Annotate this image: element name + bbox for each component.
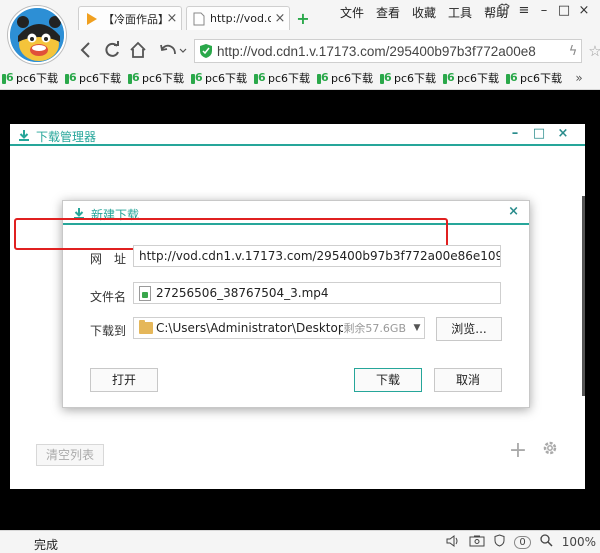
plus-icon[interactable]: +: [508, 438, 528, 463]
pc6-icon: [191, 71, 203, 85]
maximize-button[interactable]: □: [554, 3, 574, 19]
close-icon[interactable]: ×: [163, 11, 181, 26]
menu-tools[interactable]: 工具: [448, 4, 472, 22]
back-button[interactable]: [76, 40, 96, 60]
close-icon[interactable]: ×: [271, 11, 289, 26]
saveto-value: C:\Users\Administrator\Desktop: [156, 321, 344, 335]
filename-value: 27256506_38767504_3.mp4: [156, 286, 329, 300]
play-icon: [87, 12, 97, 25]
pc6-icon: [317, 71, 329, 85]
bookmarks-more-button[interactable]: »: [569, 71, 589, 85]
pc6-icon: [380, 71, 392, 85]
refresh-icon: [105, 41, 119, 57]
address-input[interactable]: http://vod.cdn1.v.17173.com/295400b97b3f…: [217, 44, 565, 59]
skin-icon[interactable]: [494, 3, 514, 19]
download-count-badge[interactable]: 0: [514, 535, 531, 549]
bookmark-item[interactable]: pc6下载: [191, 70, 254, 86]
open-button[interactable]: 打开: [90, 368, 158, 392]
scrollbar[interactable]: [582, 196, 585, 396]
window-controls: ≡ – □ ×: [494, 3, 594, 19]
address-bar[interactable]: http://vod.cdn1.v.17173.com/295400b97b3f…: [194, 39, 582, 63]
bookmark-item[interactable]: pc6下载: [443, 70, 506, 86]
refresh-button[interactable]: [102, 40, 122, 60]
url-value: http://vod.cdn1.v.17173.com/295400b97b3f…: [139, 249, 501, 263]
browser-chrome: 【冷面作品】 × http://vod.c × + 文件 查看 收藏 工具 帮助…: [0, 0, 600, 90]
download-manager-controls: – □ ×: [503, 126, 575, 141]
lightning-icon[interactable]: ϟ: [565, 44, 581, 59]
download-manager-title: 下载管理器: [36, 130, 97, 144]
home-button[interactable]: [128, 40, 148, 60]
download-button[interactable]: 下载: [354, 368, 422, 392]
shield-icon: [200, 44, 212, 58]
star-icon[interactable]: ☆: [584, 42, 600, 60]
cancel-button[interactable]: 取消: [434, 368, 502, 392]
bookmark-item[interactable]: pc6下载: [254, 70, 317, 86]
gear-icon[interactable]: [540, 438, 560, 462]
browser-logo[interactable]: [8, 6, 66, 64]
url-label: 网 址: [90, 252, 127, 266]
folder-icon: [139, 320, 153, 334]
status-tools: 0 100%: [437, 534, 596, 550]
saveto-label: 下载到: [90, 324, 127, 338]
file-icon: [139, 285, 151, 301]
bookmarks-bar: pc6下载 pc6下载 pc6下载 pc6下载 pc6下载 pc6下载 pc6下…: [0, 68, 600, 88]
close-window-button[interactable]: ×: [574, 3, 594, 19]
bookmark-item[interactable]: pc6下载: [65, 70, 128, 86]
menu-view[interactable]: 查看: [376, 4, 400, 22]
filename-input[interactable]: 27256506_38767504_3.mp4: [133, 282, 501, 304]
zoom-icon[interactable]: [540, 534, 553, 550]
pc6-icon: [65, 71, 77, 85]
pc6-icon: [443, 71, 455, 85]
screenshot-icon[interactable]: [469, 535, 485, 550]
zoom-level[interactable]: 100%: [562, 535, 596, 549]
browse-button[interactable]: 浏览...: [436, 317, 502, 341]
maximize-button[interactable]: □: [527, 126, 551, 141]
volume-icon[interactable]: [446, 534, 460, 550]
bookmark-item[interactable]: pc6下载: [317, 70, 380, 86]
shield-status-icon[interactable]: [494, 534, 505, 550]
url-input[interactable]: http://vod.cdn1.v.17173.com/295400b97b3f…: [133, 245, 501, 267]
pc6-icon: [2, 71, 14, 85]
download-manager-titlebar[interactable]: 下载管理器 – □ ×: [10, 124, 585, 146]
pc6-icon: [128, 71, 140, 85]
navigation-bar: http://vod.cdn1.v.17173.com/295400b97b3f…: [72, 38, 600, 64]
saveto-select[interactable]: C:\Users\Administrator\Desktop 剩余57.6GB …: [133, 317, 425, 339]
status-text: 完成: [34, 538, 59, 552]
page-content: 下载管理器 – □ × 清空列表 + 新建下载 × 网 址 http://vod…: [0, 90, 600, 530]
free-space: 剩余57.6GB: [343, 322, 406, 335]
tab-label: 【冷面作品】: [103, 12, 163, 26]
pc6-icon: [506, 71, 518, 85]
bookmark-item[interactable]: pc6下载: [128, 70, 191, 86]
menu-lines-icon[interactable]: ≡: [514, 3, 534, 19]
clear-list-button[interactable]: 清空列表: [36, 444, 104, 466]
caret-down-icon[interactable]: ▼: [410, 323, 424, 333]
close-button[interactable]: ×: [551, 126, 575, 141]
menu-favorites[interactable]: 收藏: [412, 4, 436, 22]
close-button[interactable]: ×: [508, 204, 519, 219]
download-icon: [19, 130, 29, 141]
tab-2[interactable]: http://vod.c ×: [186, 6, 290, 30]
tab-1[interactable]: 【冷面作品】 ×: [78, 6, 182, 30]
page-icon: [193, 12, 205, 25]
bookmark-item[interactable]: pc6下载: [380, 70, 443, 86]
status-bar: 完成 0 100%: [0, 530, 600, 553]
undo-close-button[interactable]: [158, 40, 188, 60]
bookmark-item[interactable]: pc6下载: [2, 70, 65, 86]
bookmark-item[interactable]: pc6下载: [506, 70, 569, 86]
pc6-icon: [254, 71, 266, 85]
menu-file[interactable]: 文件: [340, 4, 364, 22]
chevron-left-icon: [80, 42, 90, 58]
new-tab-button[interactable]: +: [296, 11, 310, 27]
minimize-button[interactable]: –: [503, 126, 527, 141]
home-icon: [130, 41, 146, 58]
minimize-button[interactable]: –: [534, 3, 554, 19]
filename-label: 文件名: [90, 290, 127, 304]
undo-icon: [160, 44, 187, 55]
tab-label: http://vod.c: [210, 12, 271, 25]
